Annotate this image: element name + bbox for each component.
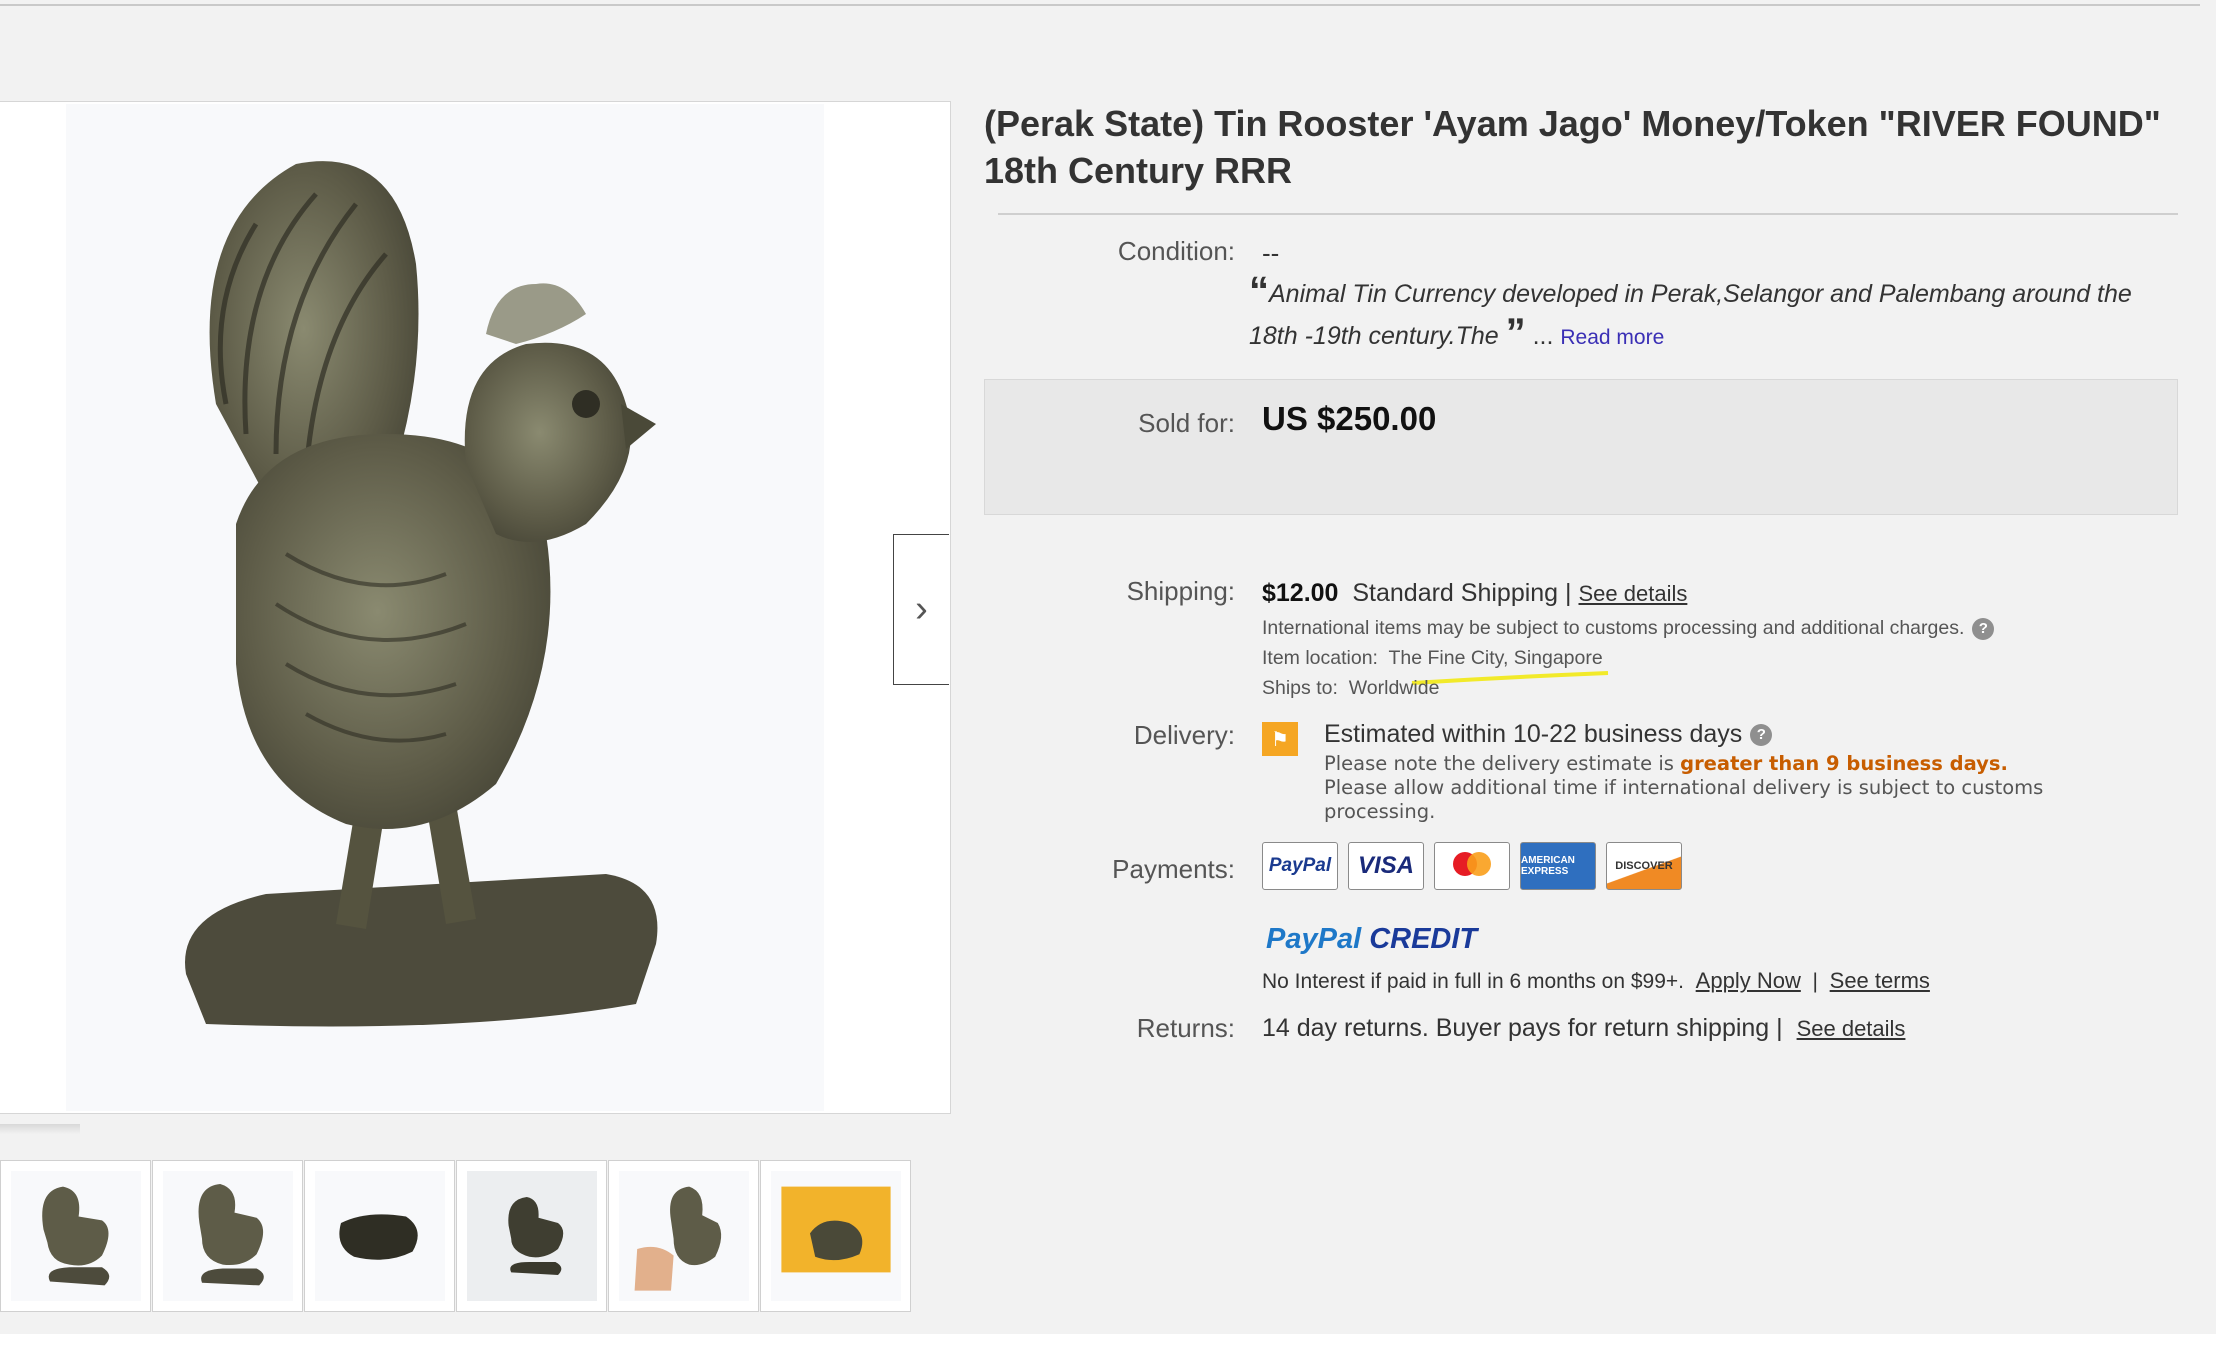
- returns-policy: 14 day returns. Buyer pays for return sh…: [1262, 1014, 1905, 1043]
- gallery-shadow: [0, 1124, 80, 1134]
- visa-card-icon: VISA: [1348, 842, 1424, 890]
- rooster-illustration: [66, 104, 824, 1111]
- item-location: Item location: The Fine City, Singapore: [1262, 647, 1603, 670]
- description-text: Animal Tin Currency developed in Perak,S…: [1249, 280, 2132, 350]
- condition-value: --: [1262, 238, 1280, 268]
- delivery-estimate-text: Estimated within 10-22 business days: [1324, 720, 1743, 748]
- paypal-credit-note: No Interest if paid in full in 6 months …: [1262, 968, 1930, 994]
- ships-to-label: Ships to:: [1262, 677, 1338, 699]
- shipping-summary: $12.00 Standard Shipping | See details: [1262, 579, 1687, 608]
- item-description-quote: “Animal Tin Currency developed in Perak,…: [1249, 269, 2179, 357]
- paypal-credit-brand: PayPal: [1266, 923, 1362, 955]
- mastercard-icon: [1434, 842, 1510, 890]
- item-location-label: Item location:: [1262, 647, 1378, 669]
- returns-separator: |: [1776, 1014, 1783, 1042]
- rooster-photo: [66, 104, 824, 1111]
- bottom-band: [0, 1334, 2216, 1360]
- condition-label: Condition:: [1117, 236, 1235, 266]
- listing-title: (Perak State) Tin Rooster 'Ayam Jago' Mo…: [984, 103, 2161, 191]
- help-icon[interactable]: ?: [1972, 617, 1995, 640]
- thumbnail-4[interactable]: [456, 1160, 607, 1312]
- main-image-frame[interactable]: ›: [0, 101, 951, 1114]
- discover-card-icon: DISCOVER: [1606, 842, 1682, 890]
- read-more-link[interactable]: Read more: [1560, 326, 1664, 349]
- price-box: [984, 379, 2178, 515]
- see-terms-link[interactable]: See terms: [1830, 968, 1930, 993]
- ships-to: Ships to: Worldwide: [1262, 677, 1439, 700]
- paypal-card-icon: PayPal: [1262, 842, 1338, 890]
- customs-note: International items may be subject to cu…: [1262, 617, 1995, 640]
- rooster-with-ruler-thumbnail-icon: [770, 1171, 901, 1301]
- shipping-see-details-link[interactable]: See details: [1579, 581, 1688, 606]
- highlight-annotation: [1411, 671, 1609, 685]
- paypal-credit-logo: PayPal CREDIT: [1266, 923, 1477, 956]
- ships-to-value: Worldwide: [1348, 677, 1440, 699]
- sold-price: US $250.00: [1262, 400, 1437, 437]
- shipping-separator: |: [1565, 579, 1572, 607]
- paypal-credit-word: CREDIT: [1369, 923, 1478, 955]
- rooster-thumbnail-icon: [466, 1171, 597, 1301]
- thumbnail-3[interactable]: [304, 1160, 455, 1312]
- delivery-note-extra: Please allow additional time if internat…: [1324, 776, 2044, 823]
- thumbnail-2[interactable]: [152, 1160, 303, 1312]
- rooster-thumbnail-icon: [162, 1171, 293, 1301]
- delivery-label: Delivery:: [1133, 720, 1235, 750]
- open-quote-mark: “: [1249, 269, 1269, 313]
- delivery-note-warning: greater than 9 business days.: [1680, 752, 2008, 775]
- credit-divider: |: [1812, 970, 1818, 993]
- rooster-thumbnail-icon: [10, 1171, 141, 1301]
- next-image-button[interactable]: ›: [893, 534, 949, 685]
- apply-now-link[interactable]: Apply Now: [1696, 968, 1801, 993]
- item-location-value: The Fine City, Singapore: [1388, 647, 1603, 669]
- thumbnail-1[interactable]: [0, 1160, 151, 1312]
- delivery-estimate: Estimated within 10-22 business days?: [1324, 720, 1773, 749]
- returns-see-details-link[interactable]: See details: [1797, 1016, 1906, 1041]
- mastercard-logo-icon: [1453, 852, 1491, 876]
- shipping-label: Shipping:: [1126, 576, 1235, 606]
- flag-icon: ⚑: [1262, 722, 1298, 756]
- delivery-note: Please note the delivery estimate is gre…: [1324, 752, 2144, 824]
- thumbnail-5[interactable]: [608, 1160, 759, 1312]
- rooster-in-hand-thumbnail-icon: [618, 1171, 749, 1301]
- delivery-note-prefix: Please note the delivery estimate is: [1324, 752, 1674, 775]
- close-quote-mark: ”: [1505, 311, 1526, 355]
- customs-note-text: International items may be subject to cu…: [1262, 617, 1965, 639]
- thumbnail-strip: [0, 1160, 912, 1312]
- shipping-cost: $12.00: [1262, 579, 1339, 607]
- payments-label: Payments:: [1112, 854, 1235, 884]
- shipping-method: Standard Shipping: [1352, 579, 1559, 607]
- returns-text: 14 day returns. Buyer pays for return sh…: [1262, 1014, 1770, 1042]
- help-icon[interactable]: ?: [1750, 724, 1773, 747]
- chevron-right-icon: ›: [915, 588, 928, 630]
- sold-for-label: Sold for:: [1138, 408, 1235, 438]
- credit-note-text: No Interest if paid in full in 6 months …: [1262, 970, 1684, 993]
- amex-card-icon: AMERICAN EXPRESS: [1520, 842, 1596, 890]
- title-divider: [998, 213, 2178, 215]
- returns-label: Returns:: [1136, 1013, 1235, 1043]
- ellipsis: ...: [1532, 322, 1554, 350]
- token-back-thumbnail-icon: [314, 1171, 445, 1301]
- payment-cards: PayPal VISA AMERICAN EXPRESS DISCOVER: [1262, 842, 1692, 890]
- thumbnail-6[interactable]: [760, 1160, 911, 1312]
